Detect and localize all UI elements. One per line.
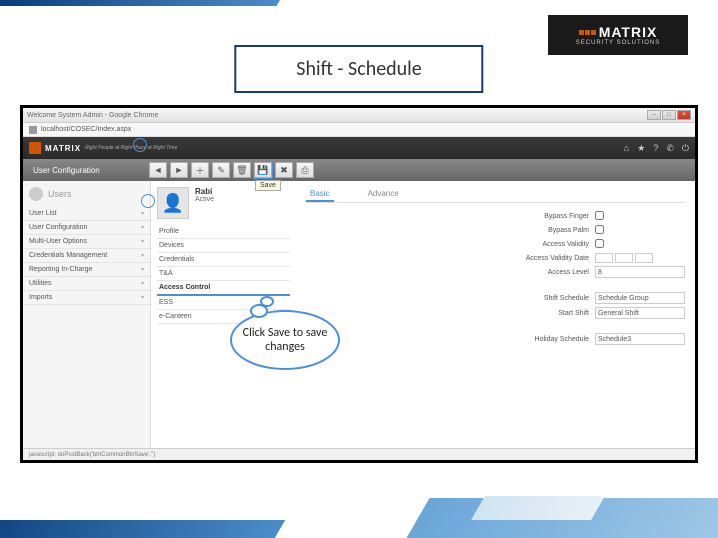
delete-button[interactable]: 🗑 [233, 162, 251, 178]
logo-text: MATRIX [599, 24, 658, 40]
window-title: Welcome System Admin - Google Chrome [27, 112, 158, 119]
matrix-logo: MATRIX SECURITY SOLUTIONS [548, 15, 688, 55]
label-start-shift: Start Shift [558, 310, 589, 317]
cancel-button[interactable]: ✖ [275, 162, 293, 178]
callout-text: Click Save to save changes [243, 326, 328, 354]
sidebar-item-reporting[interactable]: Reporting In-Charge▾ [23, 263, 150, 277]
label-access-validity: Access Validity [542, 241, 589, 248]
select-start-shift[interactable]: General Shift [595, 307, 685, 319]
edit-button[interactable]: ✎ [212, 162, 230, 178]
chevron-icon: ▾ [141, 266, 144, 273]
app-logo-icon [29, 142, 41, 154]
avatar-icon: 👤 [157, 187, 189, 219]
user-name: Rabi [195, 187, 214, 196]
date-access-validity[interactable] [595, 253, 685, 263]
save-button[interactable]: 💾 Save [254, 162, 272, 178]
sidebar-item-user-config[interactable]: User Configuration▾ [23, 221, 150, 235]
tab-advance[interactable]: Advance [364, 187, 403, 202]
content-area: Users User List▾ User Configuration▾ Mul… [23, 181, 695, 448]
section-credentials[interactable]: Credentials [157, 253, 290, 267]
checkbox-bypass-finger[interactable] [595, 211, 604, 220]
chevron-icon: ▾ [141, 294, 144, 301]
app-logo: MATRIX Right People at Right Place at Ri… [29, 142, 177, 154]
chevron-icon: ▾ [141, 210, 144, 217]
section-profile[interactable]: Profile [157, 225, 290, 239]
form-panel: Basic Advance Bypass Finger Bypass Palm … [296, 181, 695, 448]
url-bar[interactable]: localhost/COSEC/Index.aspx [23, 123, 695, 137]
user-card: 👤 Rabi Active [157, 187, 290, 219]
home-icon[interactable]: ⌂ [624, 143, 629, 154]
toolbar-title: User Configuration [29, 166, 149, 175]
tab-basic[interactable]: Basic [306, 187, 334, 202]
header-icons: ⌂ ★ ? ✆ ⏻ [624, 143, 689, 154]
sidebar-list: User List▾ User Configuration▾ Multi-Use… [23, 207, 150, 305]
annotation-circle [133, 138, 147, 152]
label-bypass-finger: Bypass Finger [544, 213, 589, 220]
close-button[interactable]: × [677, 110, 691, 120]
callout-annotation: Click Save to save changes [230, 310, 340, 370]
label-holiday-schedule: Holiday Schedule [535, 336, 589, 343]
select-access-level[interactable]: 8 [595, 266, 685, 278]
sidebar-title: Users [48, 189, 72, 199]
annotation-circle [141, 194, 155, 208]
chevron-icon: ▾ [141, 238, 144, 245]
next-button[interactable]: ► [170, 162, 188, 178]
main-panel: 👤 Rabi Active Profile Devices Credential… [151, 181, 695, 448]
status-text: javascript: doPostBack('btnCommonBtnSave… [29, 452, 155, 458]
status-bar: javascript: doPostBack('btnCommonBtnSave… [23, 448, 695, 460]
phone-icon[interactable]: ✆ [666, 143, 674, 154]
browser-titlebar: Welcome System Admin - Google Chrome – □… [23, 108, 695, 123]
logo-subtitle: SECURITY SOLUTIONS [576, 40, 661, 46]
section-list: Profile Devices Credentials T&A Access C… [157, 225, 290, 324]
browser-window: Welcome System Admin - Google Chrome – □… [20, 105, 698, 463]
chevron-icon: ▾ [141, 280, 144, 287]
chevron-icon: ▾ [141, 224, 144, 231]
new-button[interactable]: ＋ [191, 162, 209, 178]
select-holiday-schedule[interactable]: Schedule3 [595, 333, 685, 345]
tabs: Basic Advance [306, 187, 685, 203]
label-access-level: Access Level [548, 269, 589, 276]
star-icon[interactable]: ★ [637, 143, 645, 154]
users-icon [29, 187, 43, 201]
sidebar: Users User List▾ User Configuration▾ Mul… [23, 181, 151, 448]
maximize-button[interactable]: □ [662, 110, 676, 120]
help-icon[interactable]: ? [653, 143, 658, 154]
favicon-icon [29, 126, 37, 134]
label-bypass-palm: Bypass Palm [548, 227, 589, 234]
window-controls: – □ × [647, 110, 691, 120]
sidebar-item-multi-user[interactable]: Multi-User Options▾ [23, 235, 150, 249]
power-icon[interactable]: ⏻ [682, 143, 689, 154]
sidebar-header: Users [23, 181, 150, 207]
slide-title: Shift - Schedule [296, 57, 421, 81]
select-shift-schedule[interactable]: Schedule Group [595, 292, 685, 304]
prev-button[interactable]: ◄ [149, 162, 167, 178]
chevron-icon: ▾ [141, 252, 144, 259]
app-brand: MATRIX [45, 144, 81, 153]
url-text: localhost/COSEC/Index.aspx [41, 126, 131, 133]
checkbox-access-validity[interactable] [595, 239, 604, 248]
sidebar-item-credentials[interactable]: Credentials Management▾ [23, 249, 150, 263]
section-access-control[interactable]: Access Control [157, 281, 290, 296]
minimize-button[interactable]: – [647, 110, 661, 120]
checkbox-bypass-palm[interactable] [595, 225, 604, 234]
toolbar: User Configuration ◄ ► ＋ ✎ 🗑 💾 Save ✖ ⎙ [23, 159, 695, 181]
slide-title-box: Shift - Schedule [234, 45, 483, 93]
section-ta[interactable]: T&A [157, 267, 290, 281]
label-shift-schedule: Shift Schedule [544, 295, 589, 302]
app-tagline: Right People at Right Place at Right Tim… [85, 145, 177, 151]
section-devices[interactable]: Devices [157, 239, 290, 253]
user-status: Active [195, 196, 214, 203]
save-tooltip: Save [255, 180, 281, 191]
app-header: MATRIX Right People at Right Place at Ri… [23, 137, 695, 159]
label-access-validity-date: Access Validity Date [526, 255, 589, 262]
sidebar-item-imports[interactable]: Imports▾ [23, 291, 150, 305]
footer-decoration [0, 478, 718, 538]
sidebar-item-user-list[interactable]: User List▾ [23, 207, 150, 221]
print-button[interactable]: ⎙ [296, 162, 314, 178]
sidebar-item-utilities[interactable]: Utilities▾ [23, 277, 150, 291]
